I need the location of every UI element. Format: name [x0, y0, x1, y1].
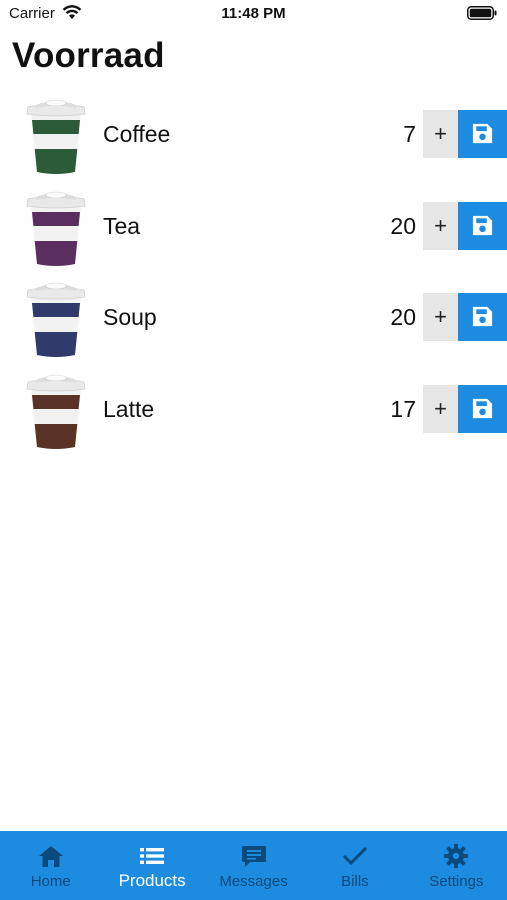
gear-icon [444, 844, 469, 868]
battery-icon [467, 6, 497, 20]
save-button[interactable] [458, 110, 507, 158]
tab-messages[interactable]: Messages [203, 831, 304, 900]
product-quantity: 17 [390, 395, 416, 422]
product-name: Coffee [103, 121, 171, 147]
product-row: Latte 17 + [0, 363, 507, 455]
tab-bills[interactable]: Bills [304, 831, 405, 900]
tab-label: Messages [219, 873, 288, 890]
floppy-disk-icon [472, 215, 493, 235]
floppy-disk-icon [472, 398, 493, 418]
save-button[interactable] [458, 201, 507, 250]
cup-image [26, 191, 86, 266]
tab-bar: Home Products Messages Bills Settings [0, 831, 507, 900]
product-quantity: 7 [403, 121, 416, 147]
home-icon [38, 846, 63, 867]
message-icon [241, 846, 266, 867]
cup-image [26, 374, 86, 449]
clock: 11:48 PM [221, 5, 286, 22]
tab-label: Settings [429, 873, 484, 890]
floppy-disk-icon [472, 123, 493, 144]
cup-image [26, 282, 86, 357]
product-row: Soup 20 + [0, 271, 507, 363]
increment-button[interactable]: + [423, 384, 458, 433]
product-quantity: 20 [390, 304, 416, 330]
list-icon [140, 848, 165, 864]
status-bar: Carrier 11:48 PM [0, 0, 507, 30]
cup-image [26, 99, 86, 174]
tab-label: Products [118, 871, 186, 890]
page-title: Voorraad [12, 36, 165, 75]
tab-label: Home [30, 873, 71, 890]
product-row: Tea 20 + [0, 180, 507, 272]
product-list: Coffee 7 + Tea 20 + Soup 20 + Latte 17 + [0, 88, 507, 454]
product-name: Tea [103, 212, 141, 239]
product-name: Soup [103, 304, 157, 330]
tab-settings[interactable]: Settings [406, 831, 507, 900]
increment-button[interactable]: + [423, 293, 458, 341]
tab-label: Bills [341, 873, 369, 890]
product-row: Coffee 7 + [0, 88, 507, 180]
checkmark-icon [342, 846, 367, 866]
increment-button[interactable]: + [423, 201, 458, 250]
product-name: Latte [103, 395, 155, 422]
product-quantity: 20 [390, 212, 416, 239]
increment-button[interactable]: + [423, 110, 458, 158]
floppy-disk-icon [472, 306, 493, 327]
save-button[interactable] [458, 384, 507, 433]
save-button[interactable] [458, 293, 507, 341]
tab-home[interactable]: Home [0, 831, 101, 900]
tab-products[interactable]: Products [101, 831, 202, 900]
